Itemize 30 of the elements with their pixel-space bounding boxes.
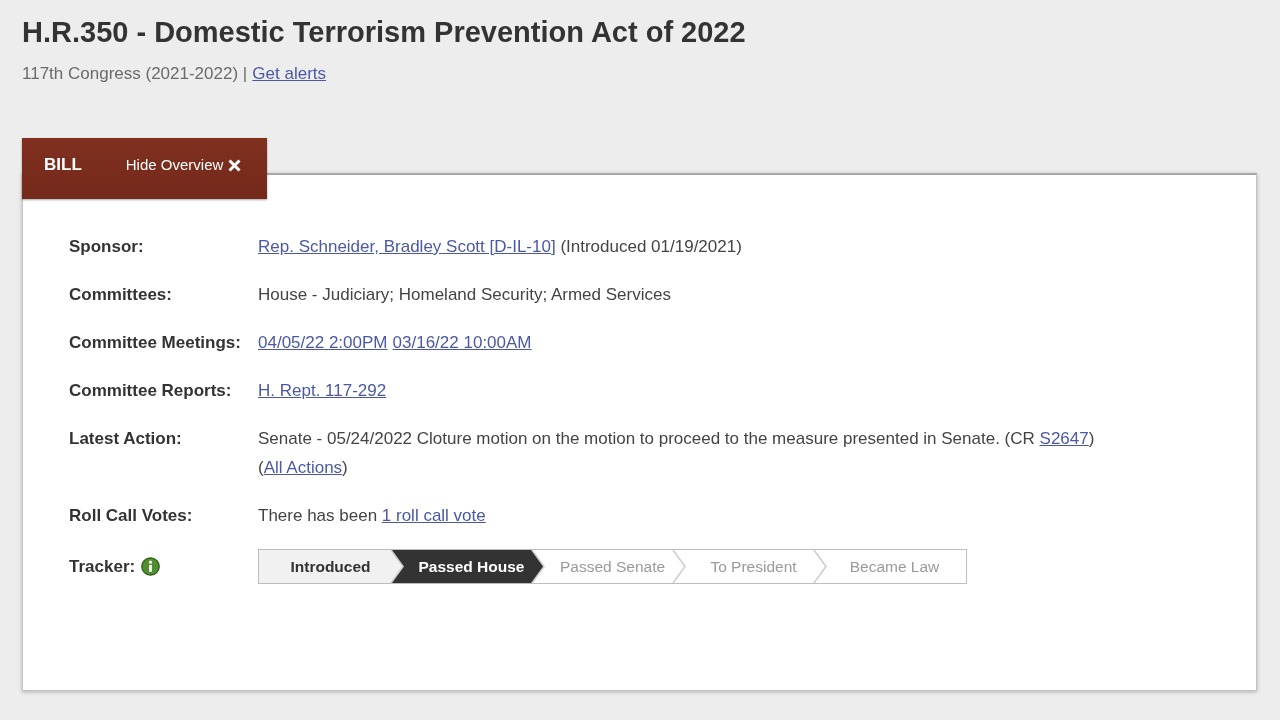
field-label: Latest Action:: [69, 428, 182, 450]
tracker-step: Passed Senate: [533, 550, 684, 583]
field-value: There has been 1 roll call vote: [258, 505, 487, 527]
tracker-step: To President: [674, 550, 825, 583]
field-value: House - Judiciary; Homeland Security; Armed Services: [258, 284, 672, 306]
tracker-step: Became Law: [815, 550, 966, 583]
alerts-link[interactable]: Get alerts: [252, 64, 327, 83]
value-link[interactable]: 03/16/22 10:00AM: [392, 333, 532, 352]
field-label: Roll Call Votes:: [69, 505, 193, 527]
field-label: Committee Reports:: [69, 380, 232, 402]
close-icon: [228, 158, 242, 172]
field-label: Committees:: [69, 284, 172, 306]
info-icon[interactable]: [141, 557, 161, 576]
value-link[interactable]: S2647: [1039, 429, 1089, 448]
field-value: Senate - 05/24/2022 Cloture motion on the motion to proceed to the measure presented in Senate. (CR S2647) (All Actions): [258, 428, 1096, 479]
field-label: Sponsor:: [69, 236, 144, 258]
value-link[interactable]: 1 roll call vote: [381, 506, 486, 525]
value-link[interactable]: All Actions: [263, 458, 343, 477]
tab-label: BILL: [44, 154, 82, 176]
bill-title: H.R.350 - Domestic Terrorism Prevention Act of 2022: [22, 15, 746, 50]
field-value: Rep. Schneider, Bradley Scott [D-IL-10] (Introduced 01/19/2021): [258, 236, 743, 258]
tracker-step: Introduced: [259, 550, 402, 583]
value-link[interactable]: 04/05/22 2:00PM: [258, 333, 388, 352]
value-link[interactable]: Rep. Schneider, Bradley Scott [D-IL-10]: [258, 237, 556, 256]
field-label: Tracker:: [69, 556, 136, 578]
field-label: Committee Meetings:: [69, 332, 241, 354]
hide-overview-button[interactable]: Hide Overview: [125, 155, 242, 175]
congress-subtitle: 117th Congress (2021-2022) | Get alerts: [22, 63, 327, 85]
value-link[interactable]: H. Rept. 117-292: [258, 381, 387, 400]
tracker-step: Passed House: [392, 550, 543, 583]
